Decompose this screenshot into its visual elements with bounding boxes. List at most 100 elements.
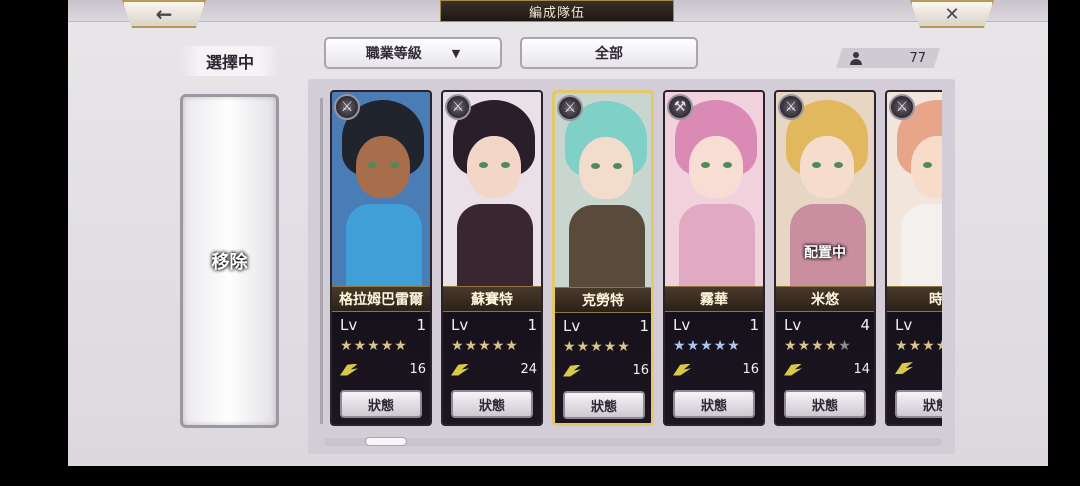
star-icon: ★ (563, 339, 577, 355)
class-emblem-icon: ⚔ (334, 94, 360, 120)
status-button[interactable]: 狀態 (895, 390, 942, 418)
character-stats: Lv 4 ★★★★★ 14 狀態 (776, 312, 874, 424)
star-icon: ★ (673, 338, 687, 354)
star-icon: ★ (505, 338, 519, 354)
job-level-filter-dropdown[interactable]: 職業等級 ▼ (324, 37, 502, 69)
level-label: Lv (784, 316, 802, 334)
character-card[interactable]: ⚔ 時 Lv ★★★★★ 狀態 (885, 90, 942, 426)
character-stats: Lv 1 ★★★★★ 16 狀態 (665, 312, 763, 424)
star-icon: ★ (895, 338, 909, 354)
chevron-down-icon: ▼ (451, 46, 461, 60)
star-icon: ★ (478, 338, 492, 354)
star-icon: ★ (394, 338, 408, 354)
character-name: 米悠 (776, 286, 874, 312)
status-button[interactable]: 狀態 (451, 390, 533, 418)
star-icon: ★ (464, 338, 479, 354)
class-emblem-icon: ⚔ (889, 94, 915, 120)
cost-row: 14 (784, 362, 870, 377)
close-button[interactable]: ✕ (910, 0, 994, 28)
cost-value: 14 (853, 362, 870, 377)
star-icon: ★ (576, 339, 591, 355)
all-filter-label: 全部 (595, 46, 623, 62)
status-button[interactable]: 狀態 (340, 390, 422, 418)
level-row: Lv 1 (340, 316, 426, 334)
cost-value: 16 (632, 363, 649, 378)
page-title: 編成隊伍 (440, 0, 674, 22)
level-label: Lv (895, 316, 913, 334)
cost-row: 24 (451, 362, 537, 377)
star-icon: ★ (908, 338, 923, 354)
character-card[interactable]: ⚔ 克勞特 Lv 1 ★★★★★ 16 狀態 (552, 90, 654, 426)
character-name: 克勞特 (555, 287, 651, 313)
star-icon: ★ (811, 338, 825, 354)
star-icon: ★ (617, 339, 631, 355)
unit-count-value: 77 (909, 50, 926, 66)
star-icon: ★ (700, 338, 714, 354)
character-card[interactable]: ⚔ 配置中 米悠 Lv 4 ★★★★★ 14 狀態 (774, 90, 876, 426)
portrait-eye (613, 163, 622, 169)
character-card[interactable]: ⚔ 格拉姆巴雷爾 Lv 1 ★★★★★ 16 狀態 (330, 90, 432, 426)
level-row: Lv 4 (784, 316, 870, 334)
portrait-body (457, 204, 533, 294)
portrait-eye (501, 162, 510, 168)
portrait-face (689, 136, 743, 198)
close-icon: ✕ (944, 3, 960, 25)
character-portrait: ⚔ (887, 92, 942, 294)
star-icon: ★ (838, 338, 852, 354)
status-button[interactable]: 狀態 (673, 390, 755, 418)
star-icon: ★ (922, 338, 936, 354)
character-name: 格拉姆巴雷爾 (332, 286, 430, 312)
rarity-stars: ★★★★★ (340, 338, 408, 354)
selecting-label: 選擇中 (180, 46, 280, 76)
job-level-filter-label: 職業等級 (365, 46, 422, 62)
level-row: Lv 1 (451, 316, 537, 334)
status-button[interactable]: 狀態 (784, 390, 866, 418)
bottom-black-bar (0, 466, 1080, 486)
class-emblem-icon: ⚔ (445, 94, 471, 120)
level-label: Lv (451, 316, 469, 334)
character-portrait: ⚔ (332, 92, 430, 294)
level-row: Lv (895, 316, 942, 334)
rarity-stars: ★★★★★ (784, 338, 852, 354)
character-card-list[interactable]: ⚔ 格拉姆巴雷爾 Lv 1 ★★★★★ 16 狀態 ⚔ 蘇賽特 Lv 1 ★★★★★ 24 狀態 ⚔ 克勞特 L… (330, 90, 942, 430)
character-card[interactable]: ⚔ 蘇賽特 Lv 1 ★★★★★ 24 狀態 (441, 90, 543, 426)
character-stats: Lv 1 ★★★★★ 16 狀態 (555, 313, 651, 423)
status-button[interactable]: 狀態 (563, 391, 645, 419)
person-icon (850, 51, 862, 65)
star-icon: ★ (340, 338, 354, 354)
star-icon: ★ (797, 338, 812, 354)
back-button[interactable]: ← (122, 0, 206, 28)
character-name: 時 (887, 286, 942, 312)
portrait-body (569, 205, 645, 295)
cost-value: 16 (409, 362, 426, 377)
portrait-face (467, 136, 521, 198)
star-icon: ★ (590, 339, 604, 355)
portrait-eye (923, 162, 932, 168)
level-value: 1 (639, 317, 649, 335)
portrait-eye (591, 163, 600, 169)
star-icon: ★ (451, 338, 465, 354)
rarity-stars: ★★★★★ (673, 338, 741, 354)
star-icon: ★ (824, 338, 839, 354)
portrait-body (901, 204, 942, 294)
cost-wing-icon (895, 362, 913, 374)
cost-row (895, 362, 942, 374)
character-portrait: ⚔ (555, 93, 651, 295)
class-emblem-icon: ⚔ (778, 94, 804, 120)
level-value: 4 (860, 316, 870, 334)
remove-label: 移除 (211, 252, 248, 273)
cost-wing-icon (451, 363, 469, 376)
all-filter-button[interactable]: 全部 (520, 37, 698, 69)
character-card[interactable]: ⚒ 霧華 Lv 1 ★★★★★ 16 狀態 (663, 90, 765, 426)
horizontal-scrollbar[interactable] (324, 438, 942, 446)
rarity-stars: ★★★★★ (451, 338, 519, 354)
level-label: Lv (673, 316, 691, 334)
portrait-face (800, 136, 854, 198)
portrait-eye (368, 162, 377, 168)
portrait-eye (390, 162, 399, 168)
scrollbar-thumb[interactable] (365, 437, 407, 446)
rarity-stars: ★★★★★ (895, 338, 942, 354)
remove-slot-button[interactable]: 移除 (180, 94, 279, 428)
star-icon: ★ (491, 338, 506, 354)
cost-wing-icon (673, 363, 691, 376)
